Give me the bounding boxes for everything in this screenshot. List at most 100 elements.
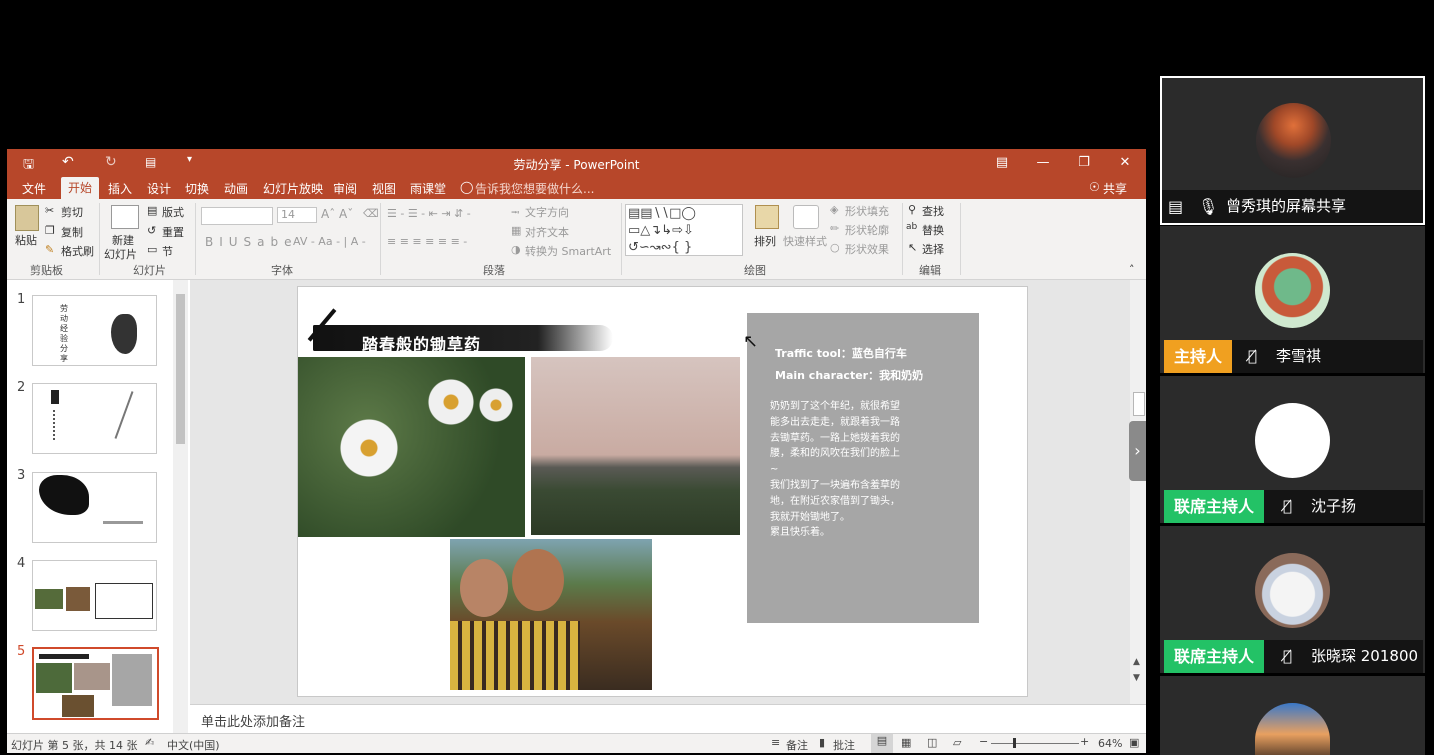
- comments-icon[interactable]: ▮: [819, 736, 825, 749]
- slide-thumbnail-2[interactable]: [32, 383, 157, 454]
- scroll-thumb[interactable]: [1133, 392, 1145, 416]
- smartart-button[interactable]: 转换为 SmartArt: [525, 243, 611, 259]
- collapse-panel-button[interactable]: ›: [1129, 421, 1146, 481]
- format-painter-button[interactable]: 格式刷: [61, 243, 94, 259]
- mic-muted-icon[interactable]: 🎙̸: [1248, 340, 1257, 373]
- notes-icon[interactable]: ≡: [771, 736, 780, 749]
- participant-tile-cohost-2[interactable]: 联席主持人 🎙̸ 张晓琛 201800: [1160, 526, 1425, 673]
- bullets-icons[interactable]: ☰ - ☰ - ⇤ ⇥ ⇵ -: [387, 207, 471, 220]
- reset-icon[interactable]: ↺: [147, 224, 156, 237]
- tab-view[interactable]: 视图: [372, 180, 396, 197]
- find-button[interactable]: 查找: [922, 203, 944, 219]
- normal-view-icon[interactable]: ▤: [871, 734, 893, 753]
- close-button[interactable]: ✕: [1106, 149, 1144, 176]
- cut-icon[interactable]: ✂: [45, 204, 54, 217]
- tab-transitions[interactable]: 切换: [185, 180, 209, 197]
- quick-styles-icon[interactable]: [793, 205, 819, 229]
- grow-font-icon[interactable]: Aˆ Aˇ: [321, 207, 353, 221]
- notes-placeholder[interactable]: 单击此处添加备注: [201, 711, 305, 730]
- mic-muted-icon[interactable]: 🎙̸: [1283, 640, 1292, 673]
- tab-rain-classroom[interactable]: 雨课堂: [410, 180, 446, 197]
- tab-review[interactable]: 审阅: [333, 180, 357, 197]
- notes-toggle[interactable]: 备注: [786, 737, 808, 753]
- section-icon[interactable]: ▭: [147, 243, 157, 256]
- reading-view-icon[interactable]: ◫: [927, 736, 937, 749]
- quick-styles-button[interactable]: 快速样式: [783, 233, 827, 249]
- shape-outline-icon[interactable]: ✏: [830, 222, 839, 235]
- tab-design[interactable]: 设计: [147, 180, 171, 197]
- arrange-button[interactable]: 排列: [754, 233, 776, 249]
- align-text-button[interactable]: 对齐文本: [525, 224, 569, 240]
- participant-tile-screenshare[interactable]: ▤ 🎙 曾秀琪的屏幕共享: [1160, 76, 1425, 225]
- share-button[interactable]: 共享: [1103, 180, 1127, 197]
- maximize-button[interactable]: ❐: [1065, 149, 1103, 176]
- select-icon[interactable]: ↖: [908, 241, 917, 254]
- copy-icon[interactable]: ❐: [45, 224, 55, 237]
- zoom-slider[interactable]: [991, 743, 1079, 744]
- story-textbox[interactable]: Traffic tool：蓝色自行车 Main character：我和奶奶 奶…: [747, 313, 979, 623]
- smartart-icon[interactable]: ◑: [511, 243, 521, 256]
- shape-outline-button[interactable]: 形状轮廓: [845, 222, 889, 238]
- editor-scrollbar[interactable]: ▲ ▼: [1130, 280, 1146, 704]
- clear-format-icon[interactable]: ⌫: [363, 207, 379, 220]
- zoom-level[interactable]: 64%: [1098, 737, 1122, 750]
- copy-button[interactable]: 复制: [61, 224, 83, 240]
- ribbon-display-icon[interactable]: ▤: [983, 149, 1021, 176]
- font-color-icons[interactable]: AV - Aa - | A -: [293, 235, 366, 248]
- shape-effects-button[interactable]: 形状效果: [845, 241, 889, 257]
- tell-me-box[interactable]: 告诉我您想要做什么...: [475, 180, 594, 197]
- microphone-icon[interactable]: 🎙: [1198, 190, 1218, 223]
- slideshow-icon[interactable]: ▱: [953, 736, 961, 749]
- collapse-ribbon-icon[interactable]: ˄: [1129, 263, 1135, 276]
- participant-tile-cohost-1[interactable]: 联席主持人 🎙̸ 沈子扬: [1160, 376, 1425, 523]
- scroll-thumb[interactable]: [176, 294, 185, 444]
- tab-home[interactable]: 开始: [61, 177, 100, 199]
- participant-tile-host[interactable]: 主持人 🎙̸ 李雪祺: [1160, 226, 1425, 373]
- tab-file[interactable]: 文件: [22, 180, 46, 197]
- format-painter-icon[interactable]: ✎: [45, 243, 54, 256]
- spelling-icon[interactable]: ✍: [145, 736, 154, 749]
- arrange-icon[interactable]: [755, 205, 779, 229]
- shapes-gallery[interactable]: ▤▤∖∖□◯ ▭△↴↳⇨⇩ ↺∽↝∾{ }: [625, 204, 743, 256]
- zoom-in-icon[interactable]: +: [1080, 735, 1089, 748]
- shape-fill-icon[interactable]: ◈: [830, 203, 838, 216]
- new-slide-button[interactable]: 幻灯片: [104, 246, 137, 262]
- slide-thumbnail-3[interactable]: [32, 472, 157, 543]
- font-style-icons[interactable]: BIUSabe: [205, 235, 298, 249]
- font-name-box[interactable]: [201, 207, 273, 225]
- cut-button[interactable]: 剪切: [61, 204, 83, 220]
- section-button[interactable]: 节: [162, 243, 173, 259]
- minimize-button[interactable]: —: [1024, 149, 1062, 176]
- fit-slide-icon[interactable]: ▣: [1129, 736, 1139, 749]
- shape-fill-button[interactable]: 形状填充: [845, 203, 889, 219]
- slide-thumbnail-4[interactable]: [32, 560, 157, 631]
- text-direction-button[interactable]: 文字方向: [525, 204, 569, 220]
- mic-muted-icon[interactable]: 🎙̸: [1283, 490, 1292, 523]
- font-size-box[interactable]: 14: [277, 207, 317, 223]
- thumbnail-scrollbar[interactable]: [173, 280, 188, 733]
- layout-button[interactable]: 版式: [162, 204, 184, 220]
- align-icons[interactable]: ≡ ≡ ≡ ≡ ≡ ≡ -: [387, 235, 467, 248]
- tab-insert[interactable]: 插入: [108, 180, 132, 197]
- slide-thumbnail-5[interactable]: [32, 647, 159, 720]
- zoom-out-icon[interactable]: −: [979, 735, 988, 748]
- replace-button[interactable]: 替换: [922, 222, 944, 238]
- comments-toggle[interactable]: 批注: [833, 737, 855, 753]
- tab-slideshow[interactable]: 幻灯片放映: [263, 180, 323, 197]
- replace-icon[interactable]: ab: [906, 222, 917, 232]
- share-icon[interactable]: ☉: [1089, 180, 1100, 194]
- align-text-icon[interactable]: ▦: [511, 224, 521, 237]
- slide-thumbnail-1[interactable]: 劳动经验分享: [32, 295, 157, 366]
- new-slide-icon[interactable]: [111, 205, 139, 229]
- text-direction-icon[interactable]: ⭲: [511, 204, 519, 223]
- language-status[interactable]: 中文(中国): [167, 737, 220, 753]
- prev-slide-icon[interactable]: ▲: [1133, 657, 1140, 667]
- notes-pane[interactable]: 单击此处添加备注: [190, 704, 1146, 734]
- find-icon[interactable]: ⚲: [908, 203, 916, 216]
- participant-tile-partial[interactable]: [1160, 676, 1425, 755]
- current-slide[interactable]: 踏春般的锄草药 Traffic tool：蓝色自行车 Main characte…: [297, 286, 1028, 697]
- shape-effects-icon[interactable]: ○: [830, 241, 840, 254]
- paste-button[interactable]: 粘贴: [15, 232, 37, 248]
- zoom-slider-thumb[interactable]: [1013, 738, 1016, 748]
- next-slide-icon[interactable]: ▼: [1133, 673, 1140, 683]
